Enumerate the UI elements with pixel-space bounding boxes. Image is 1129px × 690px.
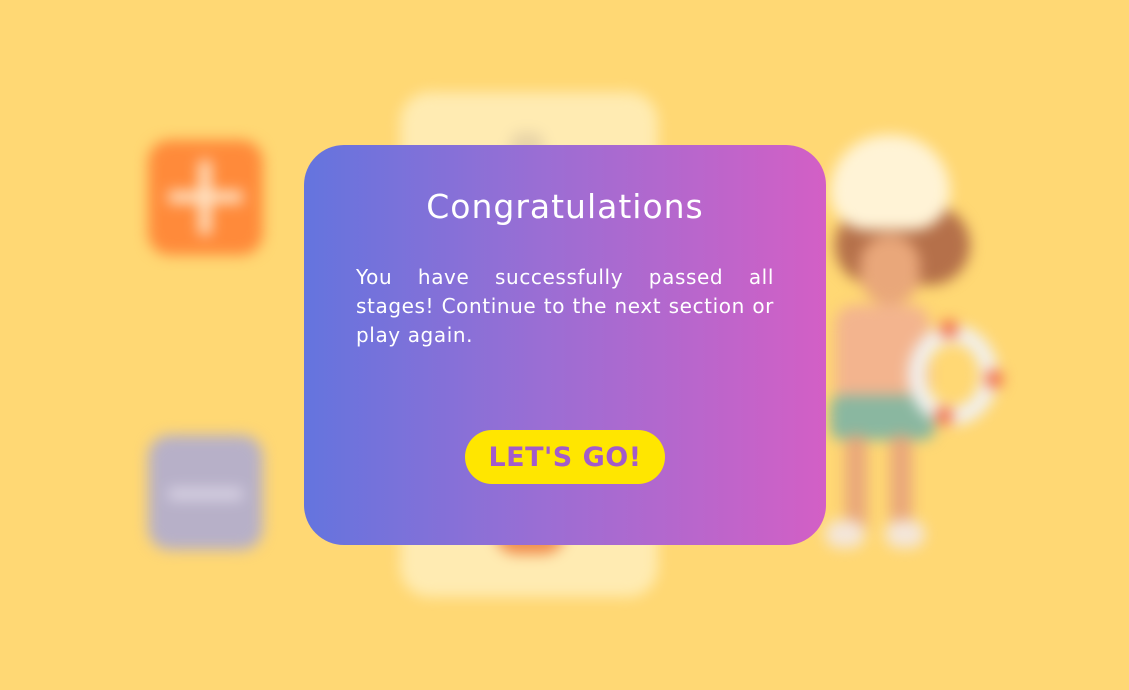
- character-shoe: [885, 520, 925, 548]
- plus-icon-vertical-bar: [199, 160, 211, 235]
- character-face: [860, 235, 920, 305]
- swim-ring-stripe: [935, 407, 953, 425]
- minus-tile: [148, 435, 263, 550]
- game-screen: Congratulations You have successfully pa…: [0, 0, 1129, 690]
- swim-ring-stripe: [985, 370, 1003, 388]
- character-shoe: [825, 520, 865, 548]
- character-hat: [830, 135, 950, 230]
- congratulations-modal: Congratulations You have successfully pa…: [304, 145, 826, 545]
- swim-ring-stripe: [940, 320, 958, 338]
- swim-ring-icon: [908, 325, 998, 425]
- plus-tile: [148, 140, 263, 255]
- lets-go-button[interactable]: LET'S GO!: [465, 430, 665, 484]
- modal-message: You have successfully passed all stages!…: [356, 265, 774, 347]
- minus-icon: [168, 488, 243, 500]
- modal-title: Congratulations: [426, 187, 704, 226]
